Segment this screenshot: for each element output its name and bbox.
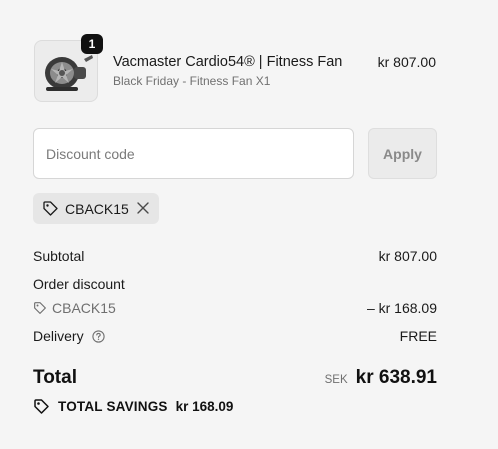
- order-discount-label: Order discount: [33, 276, 125, 292]
- applied-discount-chip: CBACK15: [33, 193, 159, 224]
- total-savings-label: TOTAL SAVINGS: [58, 399, 168, 414]
- order-discount-value: – kr 168.09: [366, 300, 437, 316]
- subtotal-label: Subtotal: [33, 248, 85, 264]
- subtotal-value: kr 807.00: [378, 248, 437, 264]
- delivery-label: Delivery: [33, 328, 84, 344]
- product-variant: Black Friday - Fitness Fan X1: [113, 74, 271, 88]
- fitness-fan-image: [45, 55, 93, 91]
- applied-code-label: CBACK15: [65, 200, 129, 217]
- total-amount: kr 638.91: [355, 367, 437, 388]
- tag-icon: [34, 302, 46, 314]
- currency-code: SEK: [324, 374, 348, 386]
- product-price: kr 807.00: [377, 54, 436, 70]
- total-savings-amount: kr 168.09: [175, 399, 234, 414]
- order-discount-code: CBACK15: [33, 300, 116, 316]
- question-circle-icon[interactable]: [92, 330, 106, 343]
- apply-discount-button[interactable]: Apply: [368, 128, 437, 179]
- delivery-value: FREE: [399, 328, 437, 344]
- delivery-row: Delivery: [33, 328, 106, 344]
- total-value-group: SEK kr 638.91: [325, 367, 437, 389]
- tag-icon: [34, 399, 49, 414]
- total-savings: TOTAL SAVINGS kr 168.09: [33, 398, 233, 415]
- discount-code-input[interactable]: [33, 128, 354, 179]
- tag-icon: [43, 201, 58, 216]
- quantity-badge: 1: [81, 34, 103, 54]
- total-label: Total: [33, 367, 77, 388]
- close-icon[interactable]: [136, 201, 150, 215]
- product-name: Vacmaster Cardio54® | Fitness Fan: [113, 54, 343, 70]
- order-discount-code-text: CBACK15: [52, 300, 116, 316]
- order-summary: 1 Vacmaster Cardio54® | Fitness Fan Blac…: [0, 0, 498, 449]
